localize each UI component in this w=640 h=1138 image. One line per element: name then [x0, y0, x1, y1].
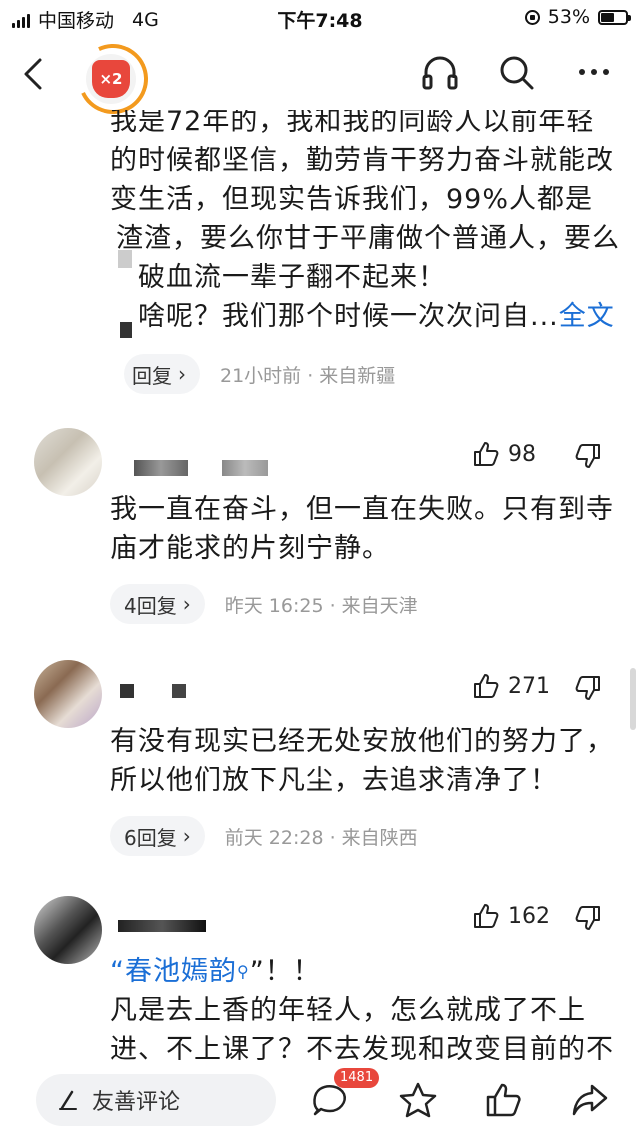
quote-close: ”！！	[249, 956, 321, 987]
full-text-link[interactable]: 全文	[559, 301, 615, 332]
share-icon[interactable]	[570, 1080, 610, 1120]
comment-line: 进、不上课了？不去发现和改变目前的不	[110, 1034, 614, 1060]
headphones-icon[interactable]	[420, 52, 460, 92]
thumbs-up-icon	[474, 442, 499, 466]
thumbs-down-icon[interactable]	[574, 674, 602, 702]
comment-body[interactable]: 我是72年的，我和我的同龄人以前年轻 的时候都坚信，勤劳肯干努力奋斗就能改 变生…	[110, 110, 630, 336]
comment-body[interactable]: 有没有现实已经无处安放他们的努力了， 所以他们放下凡尘，去追求清净了！	[110, 722, 630, 800]
like-count: 271	[508, 673, 550, 699]
comment-line: 破血流一辈子翻不起来！	[138, 262, 446, 293]
chevron-right-icon: ›	[182, 592, 191, 616]
like-button[interactable]: 162	[472, 902, 550, 930]
comment-time-location: 21小时前 · 来自新疆	[220, 364, 396, 387]
thumbs-up-icon	[474, 904, 499, 928]
blurred-avatar-fragment	[118, 250, 132, 268]
avatar[interactable]	[34, 660, 102, 728]
status-bar: 中国移动 4G 下午7:48 53%	[0, 0, 640, 34]
thumbs-down-icon[interactable]	[574, 904, 602, 932]
scrollbar[interactable]	[630, 668, 636, 730]
username-blurred[interactable]	[120, 684, 134, 698]
topic-link[interactable]: 春池嫣韵	[125, 956, 237, 987]
like-count: 98	[508, 441, 536, 467]
avatar[interactable]	[34, 896, 102, 964]
thumbs-down-icon[interactable]	[574, 442, 602, 470]
comment-line: 啥呢？我们那个时候一次次问自...	[138, 301, 559, 332]
search-icon[interactable]	[496, 52, 536, 92]
reply-count: 回复	[132, 363, 172, 388]
comment-line: 的时候都坚信，勤劳肯干努力奋斗就能改	[110, 145, 614, 176]
reply-button[interactable]: 4回复 ›	[110, 584, 205, 624]
quote-open: “	[110, 956, 125, 987]
chevron-right-icon: ›	[182, 824, 191, 848]
comment-list: 我是72年的，我和我的同龄人以前年轻 的时候都坚信，勤劳肯干努力奋斗就能改 变生…	[0, 110, 640, 1060]
comment-line: 有没有现实已经无处安放他们的努力了，	[110, 726, 614, 757]
blurred-avatar-fragment	[120, 322, 132, 338]
battery-percent: 53%	[547, 6, 590, 28]
reply-button[interactable]: 回复 ›	[124, 354, 200, 394]
pen-icon	[59, 1090, 77, 1110]
reply-button[interactable]: 6回复 ›	[110, 816, 205, 856]
like-button[interactable]: 98	[472, 440, 536, 468]
like-count: 162	[508, 903, 550, 929]
reply-count: 4回复	[124, 593, 177, 618]
comment-line: 庙才能求的片刻宁静。	[110, 533, 390, 564]
username-blurred[interactable]	[172, 684, 186, 698]
comment-line: 所以他们放下凡尘，去追求清净了！	[110, 765, 558, 796]
comment-placeholder: 友善评论	[92, 1090, 181, 1115]
reward-badge[interactable]: ×2	[86, 54, 136, 104]
comment-line: 凡是去上香的年轻人，怎么就成了不上	[110, 995, 586, 1026]
comment-line: 我一直在奋斗，但一直在失败。只有到寺	[110, 494, 614, 525]
comment-time-location: 昨天 16:25 · 来自天津	[224, 594, 418, 617]
search-icon: ⚲	[237, 962, 250, 981]
comment-body[interactable]: “春池嫣韵⚲”！！ 凡是去上香的年轻人，怎么就成了不上 进、不上课了？不去发现和…	[110, 952, 630, 1060]
top-nav-bar: ×2	[0, 34, 640, 124]
more-icon[interactable]	[574, 52, 614, 92]
comment-line: 渣渣，要么你甘于平庸做个普通人，要么	[116, 223, 620, 254]
comment-input[interactable]: 友善评论	[36, 1074, 276, 1126]
quote-line: “春池嫣韵⚲”！！	[110, 952, 630, 991]
comment-count-badge: 1481	[334, 1068, 380, 1088]
rotation-lock-icon	[524, 9, 540, 25]
bottom-action-bar: 友善评论 1481	[0, 1062, 640, 1138]
comment-time-location: 前天 22:28 · 来自陕西	[224, 826, 418, 849]
comment-body[interactable]: 我一直在奋斗，但一直在失败。只有到寺 庙才能求的片刻宁静。	[110, 490, 630, 568]
username-blurred[interactable]	[118, 920, 206, 932]
shield-icon: ×2	[92, 60, 130, 98]
star-icon[interactable]	[398, 1080, 438, 1120]
avatar[interactable]	[34, 428, 102, 496]
comment-meta: 4回复 › 昨天 16:25 · 来自天津	[110, 584, 418, 624]
reply-count: 6回复	[124, 825, 177, 850]
username-blurred[interactable]	[134, 460, 188, 476]
battery-icon	[598, 9, 631, 25]
thumbs-up-icon	[474, 674, 499, 698]
thumbs-up-icon[interactable]	[484, 1080, 524, 1120]
comment-line: 变生活，但现实告诉我们，99%人都是	[110, 184, 594, 215]
back-icon[interactable]	[14, 54, 54, 94]
chevron-right-icon: ›	[178, 362, 186, 386]
comment-meta: 回复 › 21小时前 · 来自新疆	[110, 354, 395, 394]
comment-line: 我是72年的，我和我的同龄人以前年轻	[110, 110, 595, 137]
username-blurred[interactable]	[222, 460, 268, 476]
comment-meta: 6回复 › 前天 22:28 · 来自陕西	[110, 816, 418, 856]
like-button[interactable]: 271	[472, 672, 550, 700]
